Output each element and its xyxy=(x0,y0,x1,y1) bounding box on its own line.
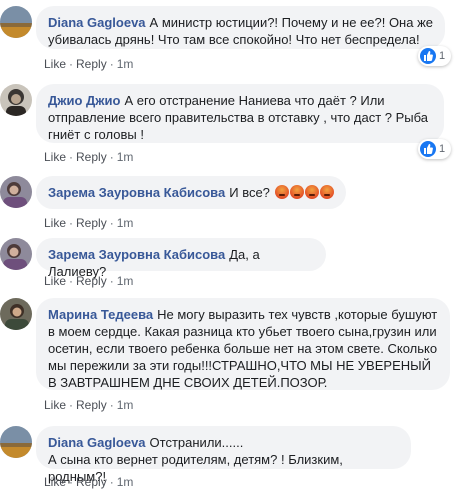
comment-text: И все? xyxy=(229,185,270,200)
angry-emoji-icon xyxy=(319,185,334,199)
comment-bubble: Джио Джио А его отстранение Наниева что д… xyxy=(36,84,444,143)
comment-actions: Like · Reply · 1m xyxy=(44,274,134,288)
comment-author[interactable]: Зарема Зауровна Кабисова xyxy=(48,185,225,200)
reply-link[interactable]: Reply xyxy=(76,216,107,230)
comment-bubble: Зарема Зауровна Кабисова И все? xyxy=(36,176,346,209)
reaction-count: 1 xyxy=(439,143,446,155)
reply-link[interactable]: Reply xyxy=(76,57,107,71)
comment-bubble: Зарема Зауровна Кабисова Да, а Лалиеву? xyxy=(36,238,326,279)
comment-actions: Like · Reply · 1m xyxy=(44,216,134,230)
reply-link[interactable]: Reply xyxy=(76,150,107,164)
avatar[interactable] xyxy=(0,6,32,38)
like-link[interactable]: Like xyxy=(44,150,66,164)
avatar[interactable] xyxy=(0,426,32,458)
avatar-person-icon xyxy=(0,298,32,330)
angry-emoji-icon xyxy=(304,185,319,199)
reaction-badge[interactable]: 1 xyxy=(418,139,452,159)
angry-emoji-icon xyxy=(289,185,304,199)
angry-emoji-icon xyxy=(274,185,289,199)
avatar-person-icon xyxy=(0,176,32,208)
timestamp[interactable]: 1m xyxy=(117,274,134,288)
avatar-person-icon xyxy=(0,84,32,116)
timestamp[interactable]: 1m xyxy=(117,398,134,412)
comment-bubble: Diana Gagloeva Отстранили...... А сына кт… xyxy=(36,426,411,484)
comment-bubble: Diana Gagloeva А министр юстиции?! Почему… xyxy=(36,6,445,49)
reply-link[interactable]: Reply xyxy=(76,398,107,412)
comment-actions: Like · Reply · 1m xyxy=(44,398,134,412)
comment-actions: Like · Reply · 1m xyxy=(44,150,134,164)
timestamp[interactable]: 1m xyxy=(117,57,134,71)
like-link[interactable]: Like xyxy=(44,57,66,71)
reply-link[interactable]: Reply xyxy=(76,475,107,489)
timestamp[interactable]: 1m xyxy=(117,475,134,489)
timestamp[interactable]: 1m xyxy=(117,150,134,164)
like-link[interactable]: Like xyxy=(44,274,66,288)
like-icon xyxy=(420,48,436,64)
reaction-badge[interactable]: 1 xyxy=(418,46,452,66)
comment-author[interactable]: Diana Gagloeva xyxy=(48,15,146,30)
avatar-landscape-icon xyxy=(0,6,32,38)
avatar-landscape-icon xyxy=(0,426,32,458)
comment-bubble: Марина Тедеева Не могу выразить тех чувст… xyxy=(36,298,450,390)
like-link[interactable]: Like xyxy=(44,398,66,412)
avatar[interactable] xyxy=(0,84,32,116)
comment-actions: Like · Reply · 1m xyxy=(44,475,134,489)
comment-author[interactable]: Diana Gagloeva xyxy=(48,435,146,450)
avatar[interactable] xyxy=(0,298,32,330)
like-icon xyxy=(420,141,436,157)
like-link[interactable]: Like xyxy=(44,475,66,489)
comment-author[interactable]: Марина Тедеева xyxy=(48,307,153,322)
timestamp[interactable]: 1m xyxy=(117,216,134,230)
reply-link[interactable]: Reply xyxy=(76,274,107,288)
comment-author[interactable]: Зарема Зауровна Кабисова xyxy=(48,247,225,262)
comment-author[interactable]: Джио Джио xyxy=(48,93,120,108)
comment-text: Отстранили...... xyxy=(149,435,244,450)
comment-actions: Like · Reply · 1m xyxy=(44,57,134,71)
reaction-count: 1 xyxy=(439,50,446,62)
avatar[interactable] xyxy=(0,238,32,270)
like-link[interactable]: Like xyxy=(44,216,66,230)
avatar[interactable] xyxy=(0,176,32,208)
avatar-person-icon xyxy=(0,238,32,270)
